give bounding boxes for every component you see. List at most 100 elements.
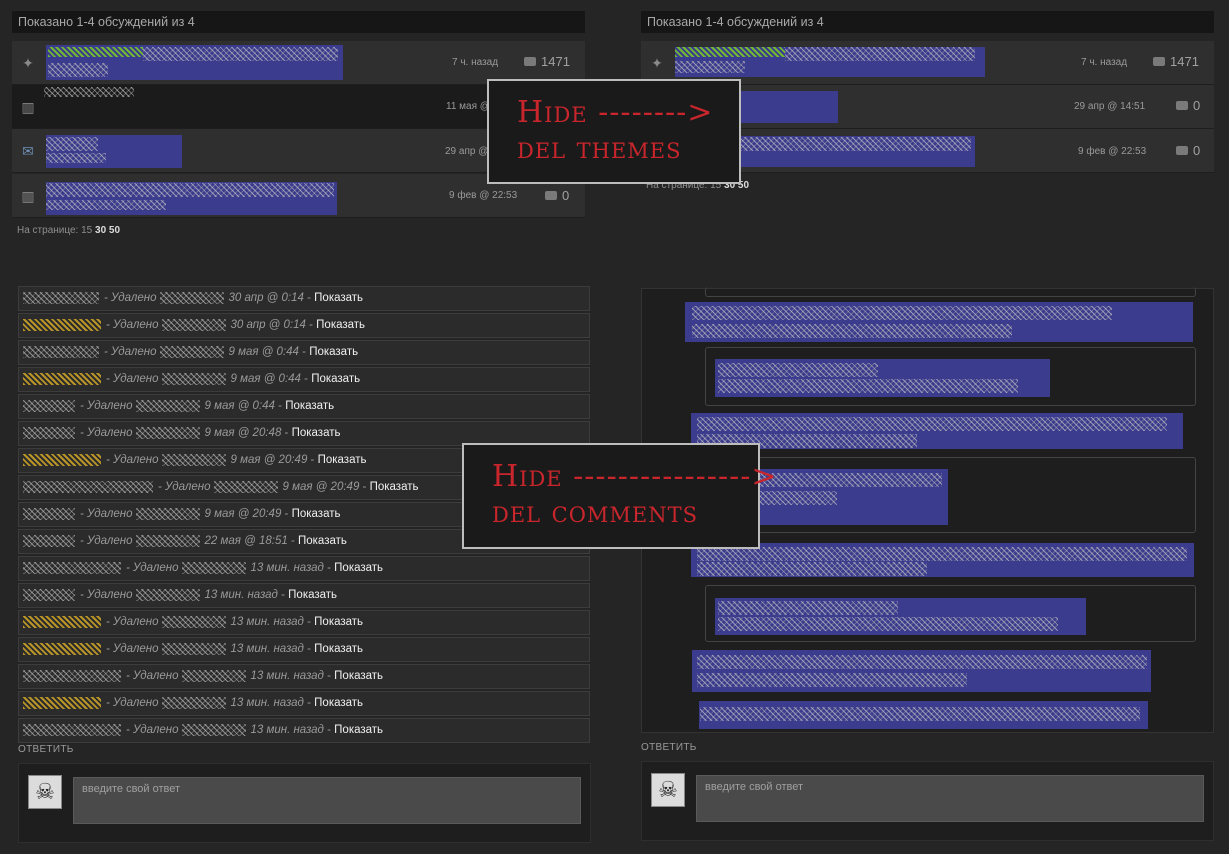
author-name[interactable] <box>23 588 75 601</box>
deleted-comment-row: - Удалено 13 мин. назад - Показать <box>18 664 590 689</box>
show-comment-link[interactable]: Показать <box>314 616 363 628</box>
right-thread-header: Показано 1-4 обсуждений из 4 <box>641 11 1214 33</box>
show-comment-link[interactable]: Показать <box>314 643 363 655</box>
moderator-name[interactable] <box>182 561 247 574</box>
show-comment-link[interactable]: Показать <box>285 400 334 412</box>
reply-input[interactable]: введите свой ответ <box>696 775 1204 822</box>
author-name[interactable] <box>23 480 153 493</box>
show-comment-link[interactable]: Показать <box>292 508 341 520</box>
deleted-label: - Удалено <box>80 400 133 412</box>
moderator-name[interactable] <box>162 642 227 655</box>
author-name[interactable] <box>23 318 101 331</box>
moderator-name[interactable] <box>136 588 201 601</box>
show-comment-link[interactable]: Показать <box>314 292 363 304</box>
deleted-comment-row: - Удалено 13 мин. назад - Показать <box>18 691 590 716</box>
show-comment-link[interactable]: Показать <box>334 724 383 736</box>
moderator-name[interactable] <box>136 507 201 520</box>
comment-time: 30 апр @ 0:14 <box>230 319 306 331</box>
author-name[interactable] <box>23 372 101 385</box>
moderator-name[interactable] <box>162 372 227 385</box>
show-comment-link[interactable]: Показать <box>309 346 358 358</box>
deleted-comment-row: - Удалено 13 мин. назад - Показать <box>18 556 590 581</box>
moderator-name[interactable] <box>182 669 247 682</box>
moderator-name[interactable] <box>214 480 279 493</box>
show-comment-link[interactable]: Показать <box>334 670 383 682</box>
moderator-name[interactable] <box>162 453 227 466</box>
deleted-label: - Удалено <box>80 589 133 601</box>
author-name[interactable] <box>23 453 101 466</box>
pin-icon: ✦ <box>651 55 663 71</box>
show-comment-link[interactable]: Показать <box>334 562 383 574</box>
deleted-comment-row: - Удалено 9 мая @ 0:44 - Показать <box>18 340 590 365</box>
author-name[interactable] <box>23 426 75 439</box>
deleted-label: - Удалено <box>106 616 159 628</box>
comment-time: 9 мая @ 20:48 <box>204 427 282 439</box>
comment-time: 9 мая @ 0:44 <box>204 400 275 412</box>
moderator-name[interactable] <box>162 696 227 709</box>
comment-bubble-icon <box>1153 57 1165 67</box>
topic-time: 7 ч. назад <box>1081 57 1128 68</box>
author-name[interactable] <box>23 561 121 574</box>
comment-time: 22 мая @ 18:51 <box>204 535 288 547</box>
deleted-comment-row: - Удалено 13 мин. назад - Показать <box>18 583 590 608</box>
reply-label: ОТВЕТИТЬ <box>641 742 697 753</box>
moderator-name[interactable] <box>160 345 225 358</box>
comment-bubble-icon <box>524 57 536 67</box>
show-comment-link[interactable]: Показать <box>292 427 341 439</box>
per-page-option[interactable]: 30 <box>95 225 106 236</box>
author-name[interactable] <box>23 399 75 412</box>
trash-icon: ▥ <box>21 188 35 204</box>
comment-time: 13 мин. назад <box>230 643 304 655</box>
moderator-name[interactable] <box>182 723 247 736</box>
envelope-icon: ✉ <box>22 143 34 159</box>
deleted-label: - Удалено <box>158 481 211 493</box>
author-name[interactable] <box>23 642 101 655</box>
show-comment-link[interactable]: Показать <box>370 481 419 493</box>
per-page-option[interactable]: 15 <box>81 225 92 236</box>
deleted-label: - Удалено <box>80 535 133 547</box>
deleted-label: - Удалено <box>106 373 159 385</box>
moderator-name[interactable] <box>160 291 225 304</box>
show-comment-link[interactable]: Показать <box>314 697 363 709</box>
comment-time: 9 мая @ 0:44 <box>230 373 301 385</box>
moderator-name[interactable] <box>162 318 227 331</box>
moderator-name[interactable] <box>136 399 201 412</box>
reply-label: ОТВЕТИТЬ <box>18 744 74 755</box>
author-name[interactable] <box>23 345 99 358</box>
reply-box: ☠ введите свой ответ <box>18 763 591 843</box>
author-name[interactable] <box>23 669 121 682</box>
deleted-label: - Удалено <box>106 697 159 709</box>
author-name[interactable] <box>23 696 101 709</box>
comment-bubble-icon <box>545 191 557 201</box>
moderator-name[interactable] <box>162 615 227 628</box>
deleted-comment-row: - Удалено 13 мин. назад - Показать <box>18 718 590 743</box>
show-comment-link[interactable]: Показать <box>316 319 365 331</box>
show-comment-link[interactable]: Показать <box>298 535 347 547</box>
moderator-name[interactable] <box>136 426 201 439</box>
deleted-comment-row: - Удалено 13 мин. назад - Показать <box>18 637 590 662</box>
comment-time: 13 мин. назад <box>230 697 304 709</box>
skull-avatar-icon: ☠ <box>28 775 62 809</box>
hide-del-themes-callout: Hide --------> del themes <box>487 79 741 184</box>
per-page-option[interactable]: 50 <box>109 225 120 236</box>
show-comment-link[interactable]: Показать <box>318 454 367 466</box>
reply-input[interactable]: введите свой ответ <box>73 777 581 824</box>
show-comment-link[interactable]: Показать <box>288 589 337 601</box>
deleted-label: - Удалено <box>106 454 159 466</box>
author-name[interactable] <box>23 534 75 547</box>
comment-time: 13 мин. назад <box>250 562 324 574</box>
show-comment-link[interactable]: Показать <box>311 373 360 385</box>
moderator-name[interactable] <box>136 534 201 547</box>
author-name[interactable] <box>23 291 99 304</box>
deleted-label: - Удалено <box>80 427 133 439</box>
comment-time: 13 мин. назад <box>204 589 278 601</box>
deleted-label: - Удалено <box>106 319 159 331</box>
deleted-comment-row: - Удалено 30 апр @ 0:14 - Показать <box>18 313 590 338</box>
author-name[interactable] <box>23 507 75 520</box>
author-name[interactable] <box>23 615 101 628</box>
deleted-comment-row: - Удалено 30 апр @ 0:14 - Показать <box>18 286 590 311</box>
comment-time: 13 мин. назад <box>250 724 324 736</box>
deleted-comment-row: - Удалено 9 мая @ 0:44 - Показать <box>18 367 590 392</box>
author-name[interactable] <box>23 723 121 736</box>
comment-time: 13 мин. назад <box>230 616 304 628</box>
